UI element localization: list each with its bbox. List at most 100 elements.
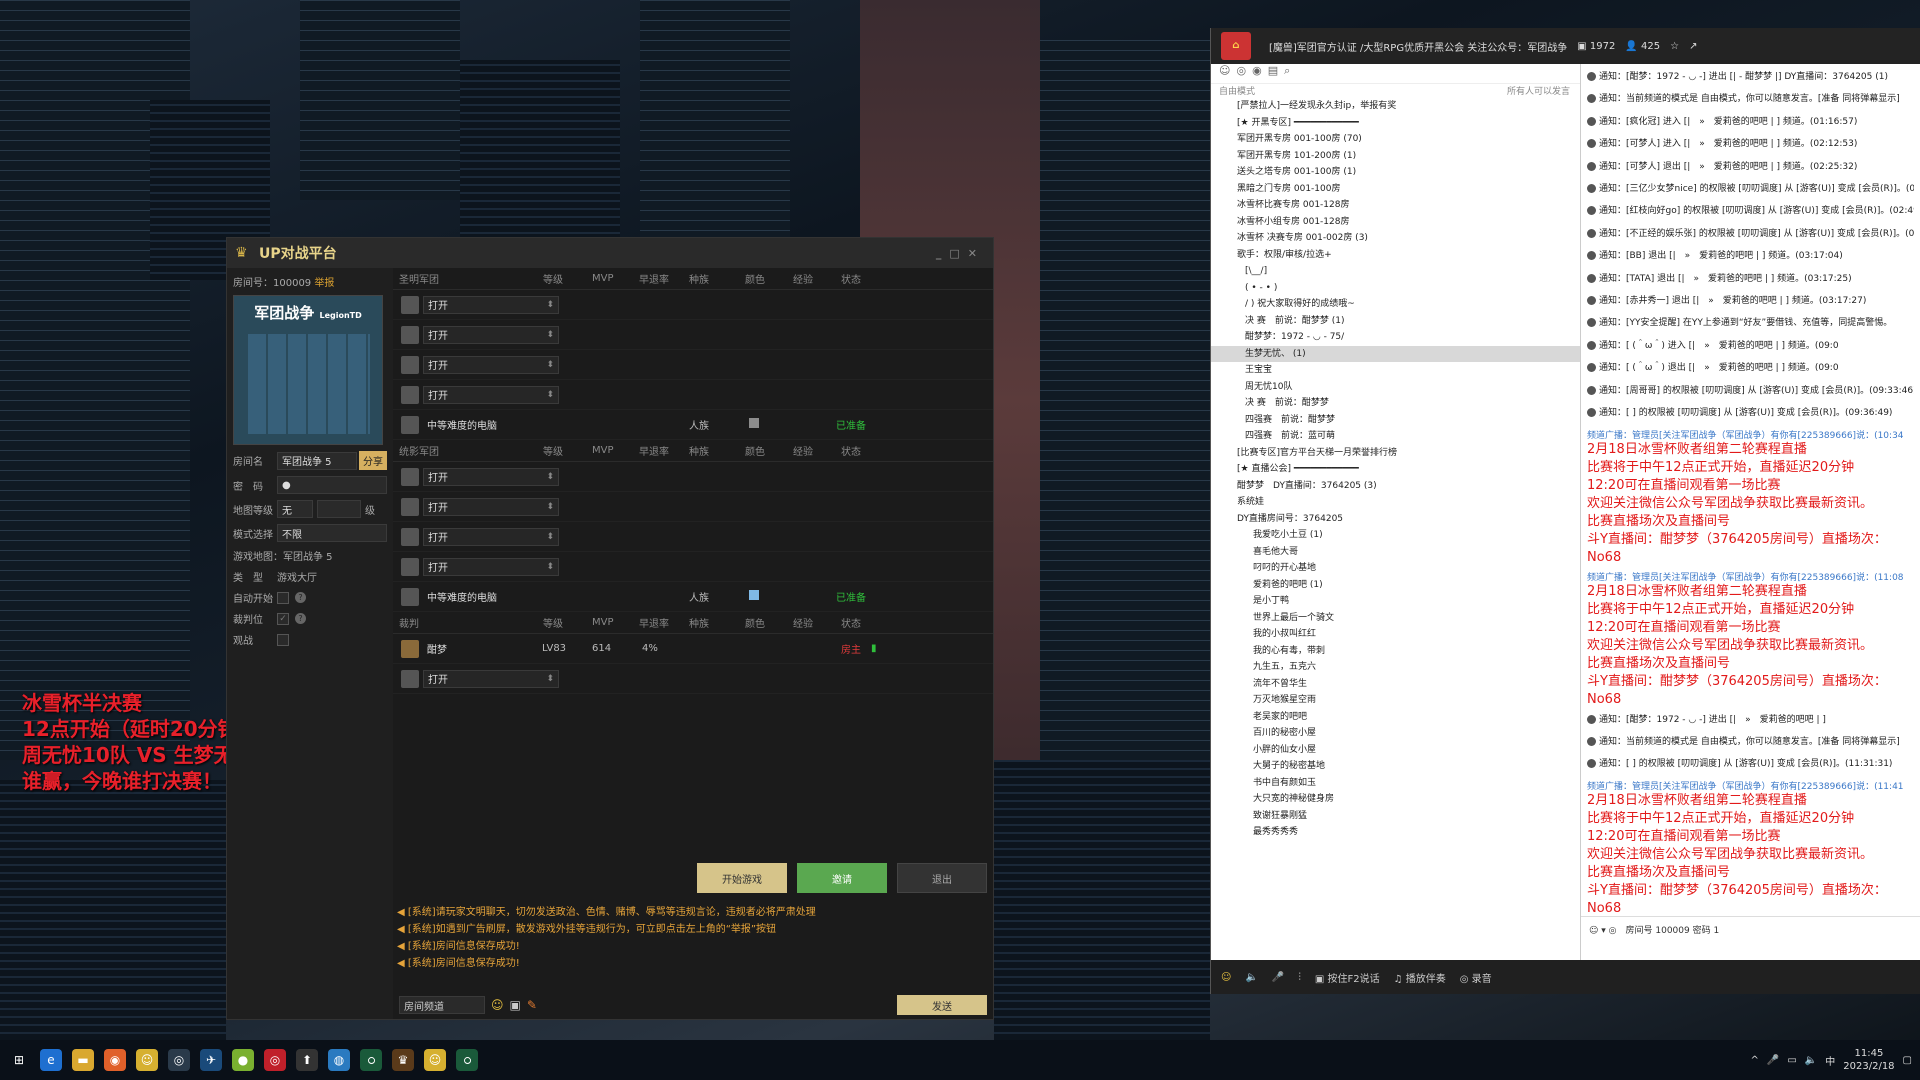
netease-icon[interactable]: ◎: [264, 1049, 286, 1071]
send-button[interactable]: 发送: [897, 995, 987, 1015]
steam-icon[interactable]: ✈: [200, 1049, 222, 1071]
up-platform-icon[interactable]: ♛: [392, 1049, 414, 1071]
slot-select[interactable]: 打开: [423, 497, 559, 516]
volume-icon[interactable]: 🔈: [1805, 1055, 1817, 1066]
mic-icon[interactable]: 🎤: [1767, 1055, 1779, 1066]
tree-item[interactable]: 世界上最后一个骑文: [1211, 610, 1580, 627]
app-icon[interactable]: ഠ: [360, 1049, 382, 1071]
ime-indicator[interactable]: 中: [1825, 1053, 1835, 1068]
minimize-icon[interactable]: _: [936, 247, 950, 260]
pin-icon[interactable]: ◉: [1252, 64, 1268, 77]
referee-checkbox[interactable]: ✓: [277, 612, 289, 625]
tree-item[interactable]: 决 赛 前说：酣梦梦: [1211, 395, 1580, 412]
color-swatch[interactable]: [749, 590, 759, 600]
slot-select[interactable]: 打开: [423, 557, 559, 576]
tree-item[interactable]: 生梦无忧、 (1): [1211, 345, 1580, 362]
chevron-up-icon[interactable]: ^: [1751, 1055, 1759, 1066]
record-button[interactable]: ◎ 录音: [1460, 970, 1492, 985]
password-input[interactable]: ●: [277, 476, 387, 494]
slot-select[interactable]: 打开: [423, 669, 559, 688]
tree-item[interactable]: 小胖的仙女小屋: [1211, 742, 1580, 759]
avatar[interactable]: [401, 639, 419, 658]
tree-item[interactable]: 送头之塔专房 001-100房 (1): [1211, 164, 1580, 181]
speaker-icon[interactable]: 🔈: [1245, 972, 1257, 983]
edge-icon[interactable]: e: [40, 1049, 62, 1071]
tree-item[interactable]: ( • - • ): [1211, 280, 1580, 297]
yy-titlebar[interactable]: ⌂ [魔兽]军团官方认证 /大型RPG优质开黑公会 关注公众号：军团战争 ▣ 1…: [1211, 28, 1920, 64]
slot-select[interactable]: 打开: [423, 295, 559, 314]
tree-item[interactable]: [\__/]: [1211, 263, 1580, 280]
tree-item[interactable]: DY直播房间号：3764205: [1211, 511, 1580, 528]
help-icon[interactable]: ?: [295, 592, 306, 603]
close-icon[interactable]: ✕: [968, 247, 985, 260]
tree-item[interactable]: 叼叼的开心基地: [1211, 560, 1580, 577]
tree-item[interactable]: 军团开黑专房 001-100房 (70): [1211, 131, 1580, 148]
network-icon[interactable]: ▭: [1787, 1055, 1796, 1066]
tree-item[interactable]: 军团开黑专房 101-200房 (1): [1211, 148, 1580, 165]
mode-select[interactable]: 不限: [277, 524, 387, 542]
help-icon[interactable]: ?: [295, 613, 306, 624]
slot-select[interactable]: 打开: [423, 527, 559, 546]
tree-item[interactable]: 大舅子的秘密基地: [1211, 758, 1580, 775]
tree-item[interactable]: 大只宽的神秘健身房: [1211, 791, 1580, 808]
tree-item[interactable]: 是小丁鸭: [1211, 593, 1580, 610]
emoji-icon[interactable]: ☺: [491, 998, 504, 1012]
room-name-input[interactable]: 军团战争 5: [277, 451, 357, 470]
folder-icon[interactable]: ▬: [72, 1049, 94, 1071]
exit-button[interactable]: 退出: [897, 863, 987, 893]
browser-icon[interactable]: ◍: [328, 1049, 350, 1071]
avatar[interactable]: ☺: [1221, 972, 1231, 983]
tree-item[interactable]: 歌手：权限/审核/拉选+: [1211, 247, 1580, 264]
tree-item[interactable]: 我的心有毒，带刺: [1211, 643, 1580, 660]
tree-item[interactable]: 百川的秘密小屋: [1211, 725, 1580, 742]
mic-icon[interactable]: 🎤: [1272, 972, 1284, 983]
tree-item[interactable]: 酣梦梦 DY直播间：3764205 (3): [1211, 478, 1580, 495]
windows-start-icon[interactable]: ⊞: [8, 1049, 30, 1071]
headset-icon[interactable]: ◎: [1236, 64, 1252, 77]
map-level-input[interactable]: [317, 500, 361, 518]
tree-item[interactable]: 我的小叔叫红红: [1211, 626, 1580, 643]
clock[interactable]: 11:45 2023/2/18: [1843, 1047, 1894, 1073]
up-titlebar[interactable]: ♛ UP对战平台 _□✕: [227, 238, 993, 268]
share-button[interactable]: 分享: [359, 451, 387, 470]
yy-app-icon[interactable]: ☺: [136, 1049, 158, 1071]
tree-item[interactable]: 决 赛 前说：酣梦梦 (1): [1211, 313, 1580, 330]
list-icon[interactable]: ▤: [1268, 64, 1284, 77]
share-icon[interactable]: ↗: [1689, 41, 1697, 52]
music-button[interactable]: ♫ 播放伴奏: [1394, 970, 1446, 985]
auto-start-checkbox[interactable]: [277, 591, 289, 604]
map-level-select[interactable]: 无: [277, 500, 313, 518]
tree-item[interactable]: 系统娃: [1211, 494, 1580, 511]
report-link[interactable]: 举报: [314, 278, 334, 289]
tree-item[interactable]: [★ 直播公会] ━━━━━━━━━━━━: [1211, 461, 1580, 478]
star-icon[interactable]: ☆: [1670, 41, 1679, 52]
image-icon[interactable]: ▣: [510, 998, 521, 1012]
color-swatch[interactable]: [749, 418, 759, 428]
tree-item[interactable]: 致谢狂暴刚猛: [1211, 808, 1580, 825]
tree-item[interactable]: 王宝宝: [1211, 362, 1580, 379]
spectate-checkbox[interactable]: [277, 633, 289, 646]
app-icon[interactable]: ഠ: [456, 1049, 478, 1071]
slot-select[interactable]: 打开: [423, 325, 559, 344]
color-icon[interactable]: ✎: [527, 998, 537, 1012]
invite-button[interactable]: 邀请: [797, 863, 887, 893]
tree-item[interactable]: 周无忧10队: [1211, 379, 1580, 396]
tree-item[interactable]: / ) 祝大家取得好的成绩哦~: [1211, 296, 1580, 313]
equalizer-icon[interactable]: ⫶: [1298, 972, 1301, 983]
tree-item[interactable]: 爱莉爸的吧吧 (1): [1211, 577, 1580, 594]
app-icon[interactable]: ⬆: [296, 1049, 318, 1071]
obs-icon[interactable]: ◎: [168, 1049, 190, 1071]
push-to-talk-button[interactable]: ▣ 按住F2说话: [1315, 970, 1380, 985]
user-icon[interactable]: ☺: [1219, 64, 1236, 77]
tree-item[interactable]: 书中自有颜如玉: [1211, 775, 1580, 792]
tree-item[interactable]: 酣梦梦：1972 - ◡ - 75/: [1211, 329, 1580, 346]
channel-select[interactable]: 房间频道: [399, 996, 485, 1014]
emoji-icon[interactable]: ☺ ▾ ◎: [1589, 926, 1616, 936]
search-icon[interactable]: ⌕: [1284, 64, 1296, 77]
maximize-icon[interactable]: □: [949, 247, 967, 260]
tree-item[interactable]: 流年不曾华生: [1211, 676, 1580, 693]
tree-item[interactable]: 万灭地猴星空雨: [1211, 692, 1580, 709]
tree-item[interactable]: [严禁拉人]一经发现永久封ip，举报有奖: [1211, 98, 1580, 115]
firefox-icon[interactable]: ◉: [104, 1049, 126, 1071]
tree-item[interactable]: 四强赛 前说：酣梦梦: [1211, 412, 1580, 429]
